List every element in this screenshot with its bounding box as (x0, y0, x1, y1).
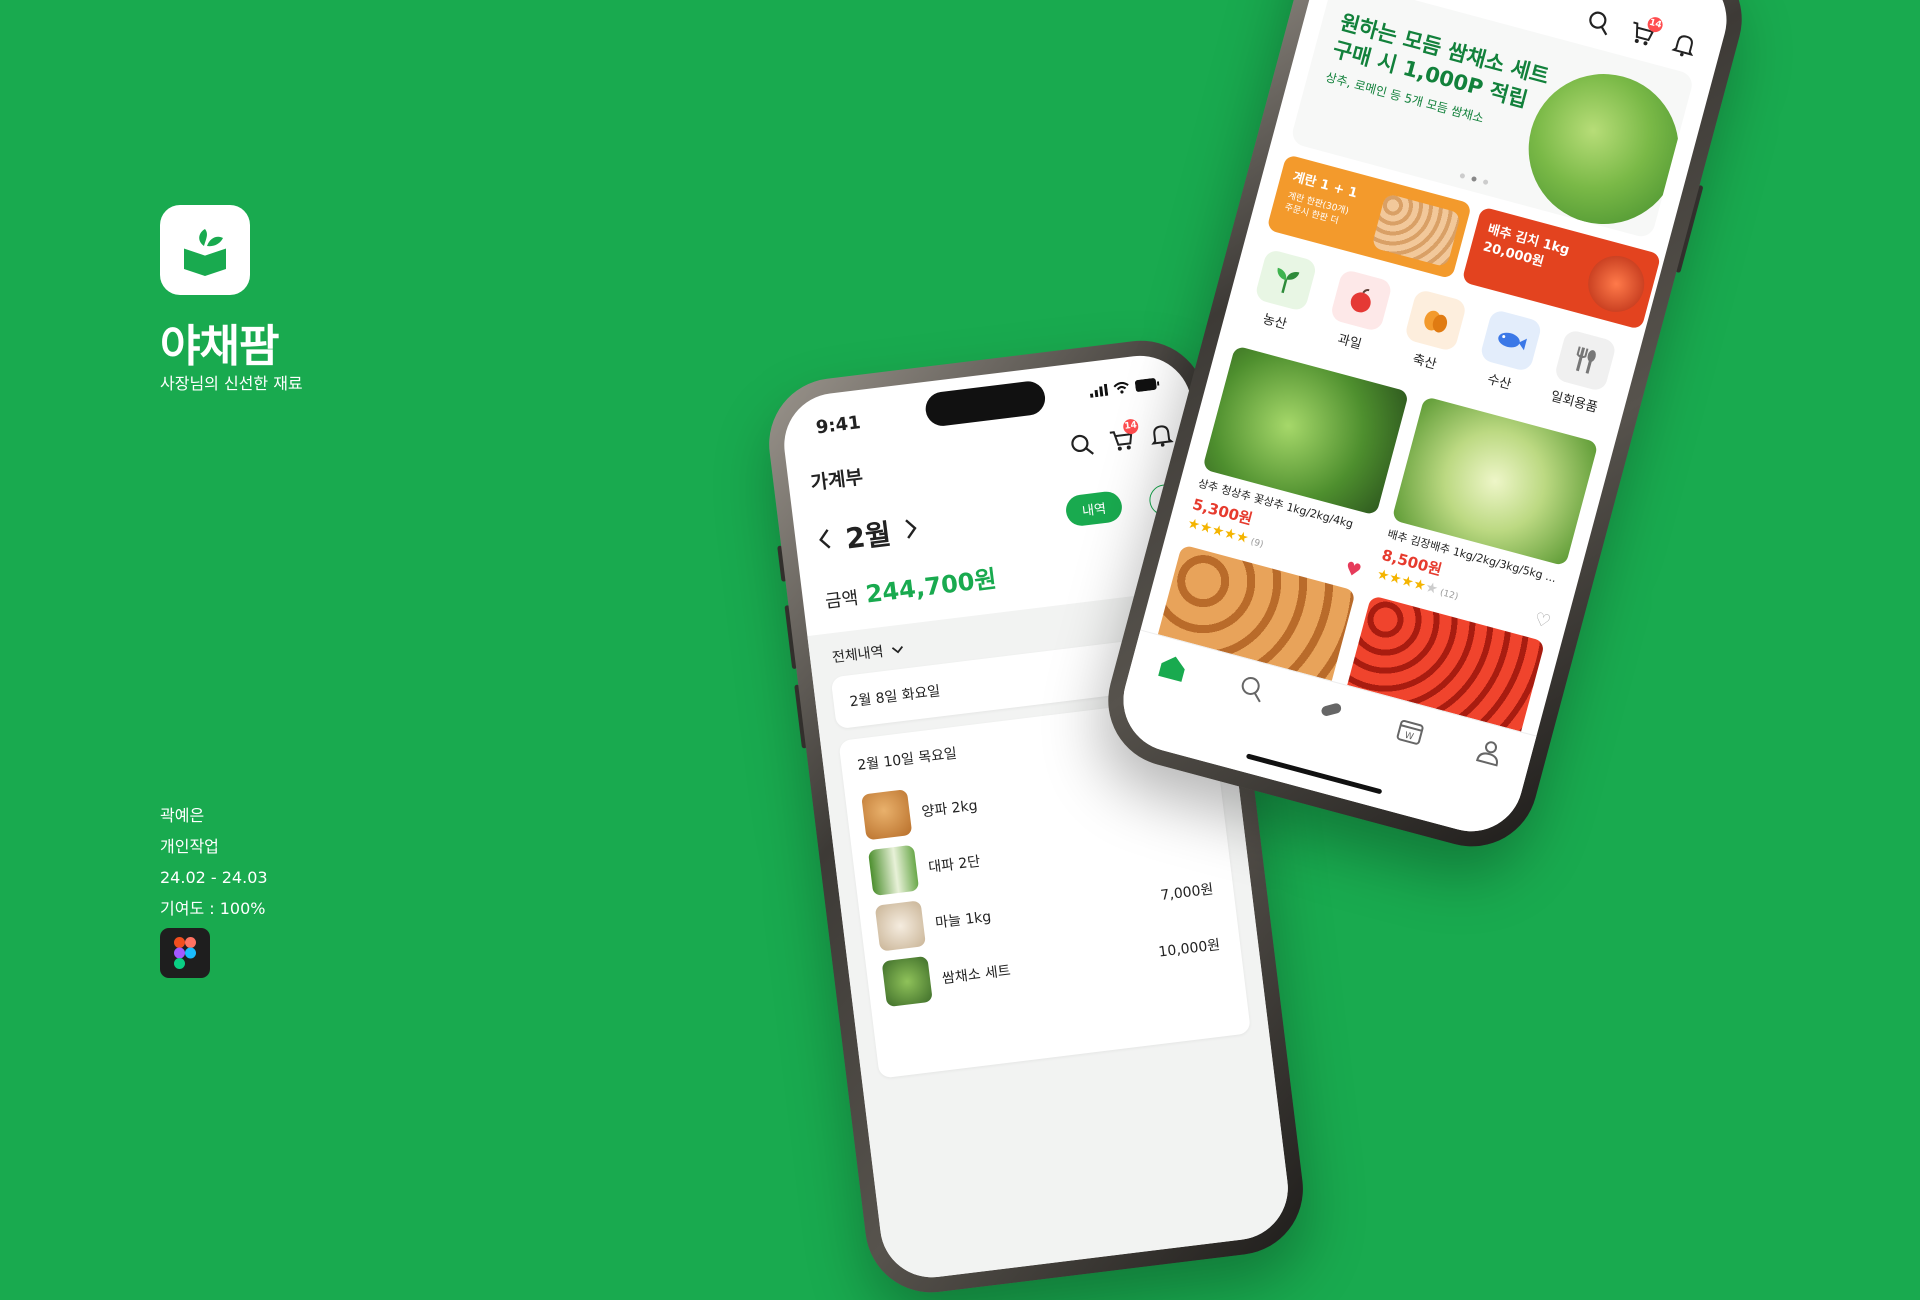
brand-name: 야채팜 (160, 321, 279, 372)
item-name: 쌈채소 세트 (941, 962, 1012, 988)
page-title: 가계부 (809, 466, 865, 495)
home-icon (1158, 656, 1185, 682)
notification-button[interactable] (1146, 420, 1177, 451)
day-title: 2월 10일 목요일 (856, 745, 958, 774)
cart-button[interactable]: 14 (1106, 418, 1140, 456)
search-icon (1589, 11, 1608, 36)
utensils-icon (1553, 328, 1618, 393)
battery-icon (1134, 378, 1160, 392)
phone-home: 14 원하는 모듬 쌈채소 세트 구매 시 1,000P 적립 상추, 로메인 … (1093, 0, 1757, 862)
book-leaf-icon (183, 229, 227, 276)
calendar-won-icon: W (1396, 719, 1424, 745)
product-card[interactable]: 배추 김장배추 1kg/2kg/3kg/5kg ... 8,500원 ★★★★★… (1375, 396, 1599, 633)
fish-icon (1478, 308, 1543, 373)
heart-outline-icon[interactable]: ♡ (1532, 609, 1553, 633)
status-time: 9:41 (814, 412, 862, 439)
tab-search[interactable] (1226, 671, 1275, 720)
contribution: 기여도 : 100% (160, 899, 266, 918)
notification-button[interactable] (1667, 28, 1701, 62)
egg-icon (1403, 288, 1468, 353)
search-button[interactable] (1067, 430, 1098, 461)
bell-icon (1151, 425, 1174, 447)
product-card[interactable]: 상추 청상추 꽃상추 1kg/2kg/4kg 5,300원 ★★★★★(9) ♥ (1186, 345, 1410, 582)
figma-icon (160, 928, 210, 978)
chevron-left-icon (819, 528, 831, 549)
tab-pill[interactable] (1305, 692, 1354, 741)
item-name: 마늘 1kg (934, 908, 993, 932)
next-month-button[interactable] (902, 512, 920, 546)
prev-month-button[interactable] (816, 523, 834, 557)
carousel-dot[interactable] (1482, 178, 1489, 186)
pill-icon (1321, 703, 1342, 716)
signal-icon (1089, 383, 1109, 398)
filter-label: 전체내역 (831, 644, 885, 667)
svg-text:W: W (1403, 731, 1414, 743)
search-button[interactable] (1582, 5, 1616, 39)
amount-label: 금액 (824, 587, 860, 613)
bell-icon (1671, 35, 1694, 57)
heart-filled-icon[interactable]: ♥ (1343, 558, 1364, 582)
day-title: 2월 8일 화요일 (848, 683, 942, 711)
cart-button[interactable]: 14 (1625, 15, 1665, 51)
project-meta: 곽예은 개인작업 24.02 - 24.03 기여도 : 100% (160, 800, 268, 924)
filter-dropdown[interactable]: 전체내역 (831, 639, 905, 668)
header-actions: 14 (1067, 418, 1178, 461)
tab-home[interactable] (1147, 649, 1196, 698)
current-month: 2월 (843, 517, 893, 556)
sprout-icon (1254, 248, 1318, 313)
total-amount: 금액 244,700원 (823, 559, 999, 615)
wifi-icon (1113, 381, 1129, 394)
chevron-down-icon (891, 646, 904, 654)
green-onion-thumbnail (867, 844, 920, 896)
onion-thumbnail (861, 789, 913, 841)
work-type: 개인작업 (160, 837, 219, 856)
egg-tray-image (1371, 193, 1462, 268)
carousel-dot[interactable] (1458, 172, 1465, 179)
salad-thumbnail (881, 955, 933, 1008)
search-icon (1241, 676, 1261, 703)
brand-tagline: 사장님의 신선한 재료 (160, 374, 303, 393)
app-logo (160, 205, 250, 295)
item-price: 7,000원 (1159, 881, 1215, 904)
apple-icon (1328, 268, 1393, 333)
author: 곽예은 (160, 806, 205, 825)
cart-badge: 14 (1122, 418, 1140, 435)
home-screen: 14 원하는 모듬 쌈채소 세트 구매 시 1,000P 적립 상추, 로메인 … (1111, 0, 1739, 843)
item-name: 대파 2단 (927, 853, 982, 876)
item-name: 양파 2kg (920, 797, 979, 821)
month-nav: 2월 (815, 509, 920, 561)
garlic-thumbnail (874, 900, 927, 952)
tab-ledger[interactable]: W (1384, 713, 1433, 762)
tab-profile[interactable] (1463, 734, 1512, 783)
carousel-dot-active[interactable] (1470, 175, 1477, 182)
status-icons (1089, 377, 1160, 398)
review-count: (9) (1249, 537, 1265, 551)
tab-list[interactable]: 내역 (1064, 489, 1124, 528)
amount-value: 244,700원 (864, 564, 999, 609)
review-count: (12) (1438, 587, 1460, 603)
item-price: 10,000원 (1157, 937, 1222, 961)
period: 24.02 - 24.03 (160, 868, 268, 887)
profile-icon (1475, 741, 1498, 767)
chevron-right-icon (905, 518, 917, 539)
search-icon (1071, 434, 1094, 455)
kimchi-image (1581, 249, 1651, 319)
